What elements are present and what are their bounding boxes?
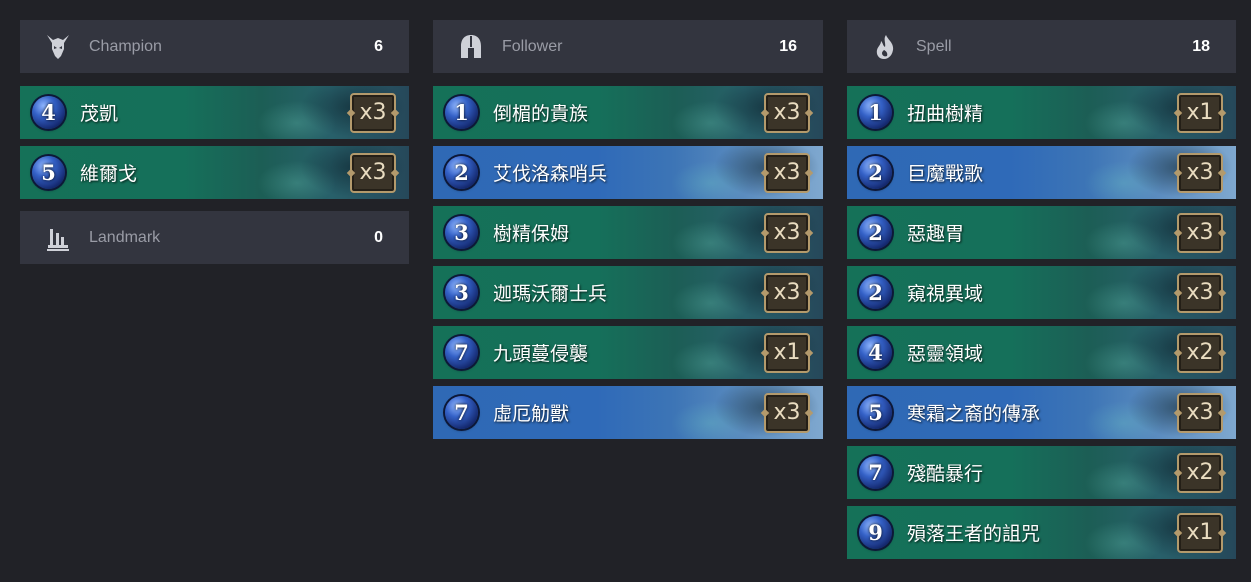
card-quantity-badge: x3 bbox=[1177, 152, 1223, 193]
card-name: 樹精保姆 bbox=[493, 223, 570, 245]
card-row[interactable]: 2 窺視異域 x3 bbox=[847, 266, 1236, 319]
mana-cost-gem: 2 bbox=[859, 156, 892, 189]
mana-cost-gem: 5 bbox=[32, 156, 65, 189]
mana-cost-gem: 5 bbox=[859, 396, 892, 429]
card-name: 殘酷暴行 bbox=[907, 463, 984, 485]
landmark-icon bbox=[41, 221, 75, 255]
follower-helmet-icon bbox=[454, 30, 488, 64]
mana-cost-gem: 1 bbox=[859, 96, 892, 129]
spell-header-count: 18 bbox=[1192, 37, 1210, 55]
card-row[interactable]: 4 惡靈領域 x2 bbox=[847, 326, 1236, 379]
champion-column: Champion 6 4 茂凱 x3 5 維爾戈 x3 Landmark 0 bbox=[20, 20, 409, 277]
card-row[interactable]: 7 九頭蔓侵襲 x1 bbox=[433, 326, 823, 379]
card-quantity-badge: x1 bbox=[764, 332, 810, 373]
card-name: 茂凱 bbox=[80, 103, 119, 125]
card-name: 窺視異域 bbox=[907, 283, 984, 305]
champion-header-label: Champion bbox=[89, 37, 162, 55]
mana-cost-gem: 4 bbox=[859, 336, 892, 369]
card-quantity-badge: x3 bbox=[1177, 392, 1223, 433]
card-quantity-badge: x3 bbox=[350, 92, 396, 133]
card-row[interactable]: 5 寒霜之裔的傳承 x3 bbox=[847, 386, 1236, 439]
card-name: 惡靈領域 bbox=[907, 343, 984, 365]
mana-cost-gem: 9 bbox=[859, 516, 892, 549]
card-name: 虛厄觔獸 bbox=[493, 403, 570, 425]
card-row[interactable]: 2 惡趣胃 x3 bbox=[847, 206, 1236, 259]
spell-header-label: Spell bbox=[916, 37, 952, 55]
spell-header: Spell 18 bbox=[847, 20, 1236, 73]
landmark-header: Landmark 0 bbox=[20, 211, 409, 264]
mana-cost-gem: 2 bbox=[859, 276, 892, 309]
card-row[interactable]: 2 巨魔戰歌 x3 bbox=[847, 146, 1236, 199]
follower-header-label: Follower bbox=[502, 37, 563, 55]
mana-cost-gem: 7 bbox=[859, 456, 892, 489]
mana-cost-gem: 2 bbox=[859, 216, 892, 249]
card-name: 寒霜之裔的傳承 bbox=[907, 403, 1041, 425]
card-name: 惡趣胃 bbox=[907, 223, 965, 245]
spell-column: Spell 18 1 扭曲樹精 x1 2 巨魔戰歌 x3 2 惡趣胃 x3 2 … bbox=[847, 20, 1236, 566]
mana-cost-gem: 7 bbox=[445, 396, 478, 429]
mana-cost-gem: 2 bbox=[445, 156, 478, 189]
card-quantity-badge: x2 bbox=[1177, 452, 1223, 493]
champion-header-count: 6 bbox=[374, 37, 383, 55]
card-name: 倒楣的貴族 bbox=[493, 103, 589, 125]
card-quantity-badge: x3 bbox=[764, 152, 810, 193]
card-row[interactable]: 9 殞落王者的詛咒 x1 bbox=[847, 506, 1236, 559]
card-name: 迦瑪沃爾士兵 bbox=[493, 283, 608, 305]
card-quantity-badge: x3 bbox=[1177, 272, 1223, 313]
card-row[interactable]: 3 迦瑪沃爾士兵 x3 bbox=[433, 266, 823, 319]
card-quantity-badge: x1 bbox=[1177, 92, 1223, 133]
card-name: 艾伐洛森哨兵 bbox=[493, 163, 608, 185]
champion-header: Champion 6 bbox=[20, 20, 409, 73]
card-name: 殞落王者的詛咒 bbox=[907, 523, 1041, 545]
card-quantity-badge: x3 bbox=[764, 392, 810, 433]
mana-cost-gem: 3 bbox=[445, 276, 478, 309]
card-quantity-badge: x3 bbox=[764, 212, 810, 253]
landmark-header-label: Landmark bbox=[89, 228, 161, 246]
card-name: 維爾戈 bbox=[80, 163, 138, 185]
card-quantity-badge: x2 bbox=[1177, 332, 1223, 373]
card-name: 扭曲樹精 bbox=[907, 103, 984, 125]
card-row[interactable]: 7 虛厄觔獸 x3 bbox=[433, 386, 823, 439]
spell-flame-icon bbox=[868, 30, 902, 64]
card-row[interactable]: 1 扭曲樹精 x1 bbox=[847, 86, 1236, 139]
follower-header: Follower 16 bbox=[433, 20, 823, 73]
mana-cost-gem: 3 bbox=[445, 216, 478, 249]
mana-cost-gem: 4 bbox=[32, 96, 65, 129]
follower-header-count: 16 bbox=[779, 37, 797, 55]
card-row[interactable]: 1 倒楣的貴族 x3 bbox=[433, 86, 823, 139]
landmark-header-count: 0 bbox=[374, 228, 383, 246]
card-row[interactable]: 4 茂凱 x3 bbox=[20, 86, 409, 139]
mana-cost-gem: 1 bbox=[445, 96, 478, 129]
card-name: 九頭蔓侵襲 bbox=[493, 343, 589, 365]
card-quantity-badge: x1 bbox=[1177, 512, 1223, 553]
card-row[interactable]: 3 樹精保姆 x3 bbox=[433, 206, 823, 259]
card-name: 巨魔戰歌 bbox=[907, 163, 984, 185]
card-quantity-badge: x3 bbox=[350, 152, 396, 193]
card-quantity-badge: x3 bbox=[764, 272, 810, 313]
follower-column: Follower 16 1 倒楣的貴族 x3 2 艾伐洛森哨兵 x3 3 樹精保… bbox=[433, 20, 823, 446]
card-row[interactable]: 2 艾伐洛森哨兵 x3 bbox=[433, 146, 823, 199]
card-row[interactable]: 5 維爾戈 x3 bbox=[20, 146, 409, 199]
card-row[interactable]: 7 殘酷暴行 x2 bbox=[847, 446, 1236, 499]
mana-cost-gem: 7 bbox=[445, 336, 478, 369]
card-quantity-badge: x3 bbox=[1177, 212, 1223, 253]
champion-icon bbox=[41, 30, 75, 64]
card-quantity-badge: x3 bbox=[764, 92, 810, 133]
